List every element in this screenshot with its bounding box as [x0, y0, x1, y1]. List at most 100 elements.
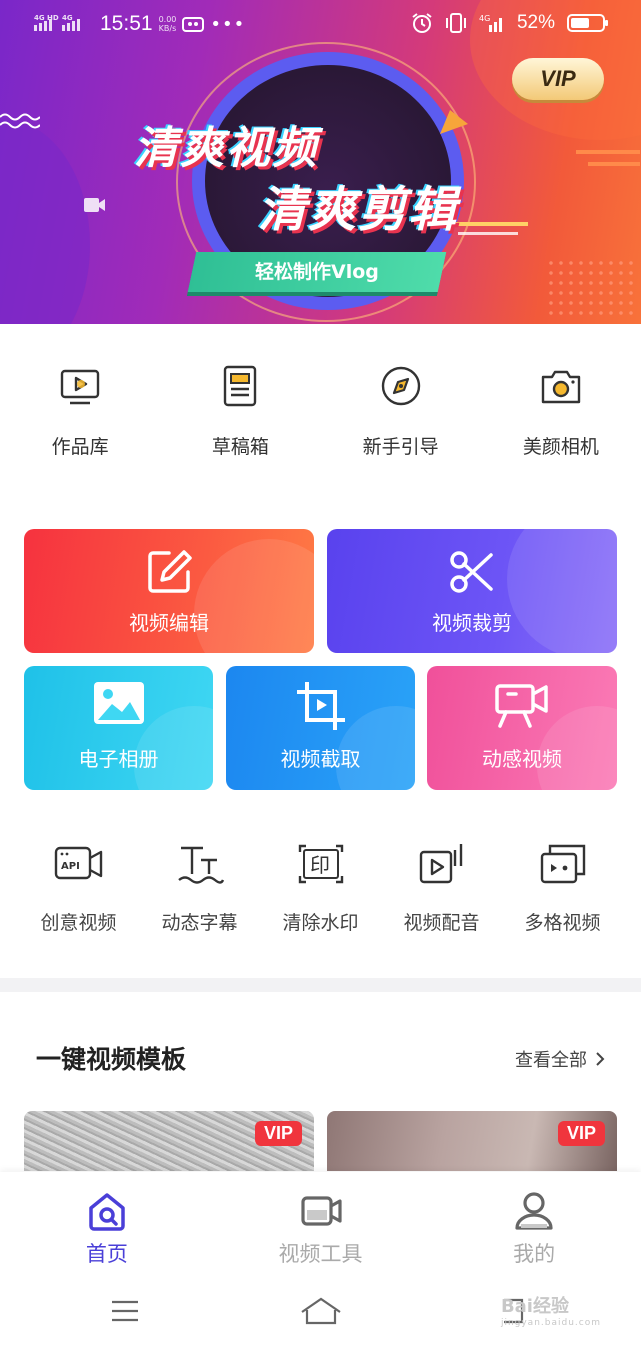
chevron-right-icon — [596, 1052, 605, 1066]
speed-unit: KB/s — [158, 24, 177, 33]
quick-label-beauty-camera: 美颜相机 — [522, 436, 599, 458]
banner-ribbon-text: 轻松制作Vlog — [255, 261, 379, 283]
quick-actions: 作品库 草稿箱 新手引导 美颜相机 — [0, 324, 641, 494]
view-all-label: 查看全部 — [515, 1050, 587, 1071]
multi-grid-icon — [540, 844, 585, 884]
video-edit-label: 视频编辑 — [129, 611, 209, 635]
video-edit-card[interactable]: 视频编辑 — [24, 529, 314, 653]
banner-stripe — [458, 232, 518, 235]
play-screen-icon — [60, 369, 100, 405]
banner-stripe — [588, 162, 640, 166]
watermark-logo: Bai经验 jingyan.baidu.com — [501, 1292, 601, 1328]
nav-label-home: 首页 — [85, 1242, 128, 1266]
bottom-nav: 首页 视频工具 我的 — [0, 1172, 641, 1278]
tool-label-dubbing: 视频配音 — [403, 912, 480, 934]
banner-headline-1: 清爽视频 — [134, 123, 318, 174]
camera-icon — [541, 370, 581, 404]
compass-icon — [381, 366, 420, 406]
section-divider — [0, 978, 641, 992]
tool-label-remove-watermark: 清除水印 — [282, 912, 359, 934]
tool-label-dynamic-subtitle: 动态字幕 — [161, 912, 238, 934]
section-title: 一键视频模板 — [36, 1045, 187, 1074]
more-icon: ••• — [210, 13, 246, 35]
subtitle-icon — [177, 846, 224, 884]
tool-label-creative-video: 创意视频 — [40, 912, 117, 934]
vip-tag: VIP — [254, 1121, 302, 1146]
home-button-icon[interactable] — [300, 1296, 342, 1326]
nav-home[interactable]: 首页 — [0, 1172, 214, 1278]
quick-label-library: 作品库 — [51, 436, 109, 458]
tool-dubbing[interactable]: 视频配音 — [381, 830, 502, 950]
status-left: 4G HD 4G 15:51 0.00 KB/s ••• — [34, 12, 245, 36]
watermark-icon: 印 — [298, 844, 343, 884]
banner-headline-2: 清爽剪辑 — [258, 182, 459, 238]
banner-dots — [546, 258, 636, 318]
video-tools-icon — [300, 1196, 342, 1226]
user-icon — [515, 1192, 553, 1230]
nav-profile[interactable]: 我的 — [427, 1172, 641, 1278]
template-thumbnail[interactable]: VIP — [24, 1111, 314, 1171]
wave-icon — [0, 113, 40, 129]
quick-item-drafts[interactable]: 草稿箱 — [160, 324, 320, 494]
home-icon — [89, 1193, 125, 1231]
banner-blob — [0, 120, 90, 324]
api-camera-icon: API — [54, 846, 102, 880]
speed-value: 0.00 — [158, 15, 177, 24]
banner-stripe — [448, 222, 528, 226]
network-speed: 0.00 KB/s — [159, 15, 177, 33]
video-capture-card[interactable]: 视频截取 — [226, 666, 415, 790]
video-camera-icon — [495, 684, 548, 728]
signal-4g-icon: 4G — [479, 14, 502, 32]
video-camera-icon — [84, 198, 105, 212]
quick-label-guide: 新手引导 — [362, 436, 439, 458]
quick-item-library[interactable]: 作品库 — [0, 324, 160, 494]
tool-label-multi-grid: 多格视频 — [524, 912, 601, 934]
vip-tag: VIP — [557, 1121, 605, 1146]
battery-icon — [567, 14, 608, 32]
menu-icon[interactable] — [110, 1296, 140, 1326]
vibrate-icon — [445, 13, 466, 33]
app-notification-icon — [182, 17, 205, 32]
quick-item-beauty-camera[interactable]: 美颜相机 — [481, 324, 641, 494]
edit-icon — [148, 550, 192, 593]
status-time: 15:51 — [100, 12, 153, 35]
dubbing-icon — [419, 844, 462, 884]
banner-stripe — [576, 150, 640, 154]
status-right: 4G 52% — [411, 12, 609, 34]
status-bar: 4G HD 4G 15:51 0.00 KB/s ••• 4G 52% — [0, 0, 641, 50]
scissors-icon — [450, 551, 493, 593]
tool-creative-video[interactable]: API 创意视频 — [18, 830, 139, 950]
quick-item-guide[interactable]: 新手引导 — [321, 324, 481, 494]
nav-label-video-tools: 视频工具 — [278, 1242, 363, 1266]
video-capture-label: 视频截取 — [280, 747, 361, 771]
template-thumbnail[interactable]: VIP — [327, 1111, 617, 1171]
tool-dynamic-subtitle[interactable]: 动态字幕 — [139, 830, 260, 950]
vip-button[interactable]: VIP — [512, 58, 604, 100]
photo-album-card[interactable]: 电子相册 — [24, 666, 213, 790]
watermark-icon-text: 印 — [310, 853, 330, 877]
svg-text:4G: 4G — [62, 14, 73, 22]
tool-multi-grid[interactable]: 多格视频 — [502, 830, 623, 950]
video-trim-card[interactable]: 视频裁剪 — [327, 529, 617, 653]
battery-percent: 52% — [516, 12, 555, 33]
dynamic-video-card[interactable]: 动感视频 — [427, 666, 617, 790]
svg-text:4G: 4G — [479, 14, 490, 23]
view-all-link[interactable]: 查看全部 — [515, 1046, 605, 1072]
watermark-sub: jingyan.baidu.com — [500, 1318, 601, 1328]
tool-remove-watermark[interactable]: 印 清除水印 — [260, 830, 381, 950]
banner-ribbon: 轻松制作Vlog — [187, 252, 447, 292]
nav-video-tools[interactable]: 视频工具 — [214, 1172, 428, 1278]
svg-text:4G HD: 4G HD — [34, 14, 59, 22]
quick-label-drafts: 草稿箱 — [211, 436, 269, 458]
signal-icon: 4G HD 4G — [34, 13, 90, 35]
alarm-icon — [412, 13, 432, 33]
photo-album-label: 电子相册 — [78, 747, 159, 771]
tool-row: API 创意视频 动态字幕 印 清除水印 视频配音 多格视频 — [18, 830, 623, 950]
dynamic-video-label: 动感视频 — [482, 747, 562, 771]
watermark-text: Bai经验 — [500, 1296, 569, 1317]
hero-banner[interactable]: 清爽视频 清爽剪辑 轻松制作Vlog VIP 4G HD 4G 15:51 0.… — [0, 0, 641, 324]
image-icon — [93, 682, 144, 724]
crop-frame-icon — [296, 682, 345, 730]
nav-label-profile: 我的 — [513, 1242, 556, 1266]
api-icon-text: API — [61, 861, 80, 872]
